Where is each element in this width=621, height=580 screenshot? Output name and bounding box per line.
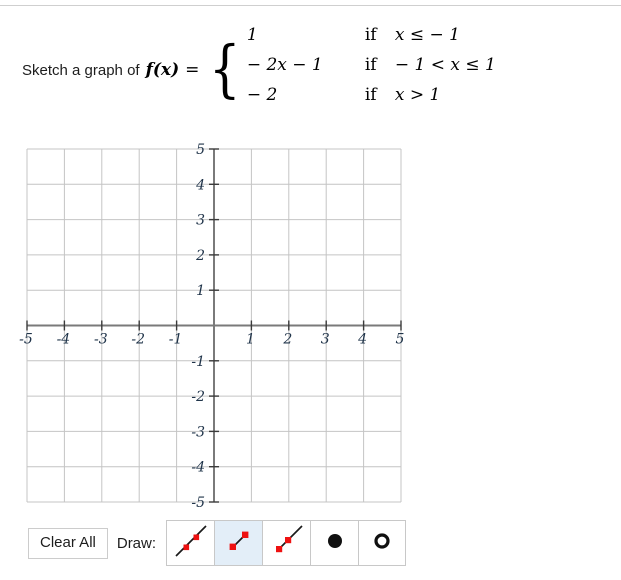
axes <box>27 149 401 502</box>
case-if-keyword: if <box>364 25 377 45</box>
left-brace-icon: { <box>209 31 241 105</box>
x-axis-label: -2 <box>131 332 145 348</box>
x-axis-label: -3 <box>94 332 108 348</box>
top-divider <box>0 5 621 6</box>
piecewise-case-row: − 2 if x > 1 <box>247 85 496 115</box>
draw-tool-group <box>166 520 407 566</box>
y-axis-label: -5 <box>191 495 205 511</box>
clear-all-button[interactable]: Clear All <box>28 527 108 559</box>
prompt-lead-text: Sketch a graph of <box>22 61 140 79</box>
y-axis-label: 3 <box>196 213 205 229</box>
piecewise-definition: { 1 if x ≤ − 1 − 2x − 1 if − 1 < x ≤ 1 −… <box>205 25 495 115</box>
case-condition: x ≤ − 1 <box>394 25 460 45</box>
x-axis-label: 5 <box>396 332 405 348</box>
line-tool-button[interactable] <box>166 520 215 566</box>
segment-tool-button[interactable] <box>214 520 263 566</box>
y-axis-label: -2 <box>191 389 205 405</box>
line-segment-icon <box>221 523 257 564</box>
open-dot-tool-button[interactable] <box>358 520 407 566</box>
piecewise-case-row: 1 if x ≤ − 1 <box>247 25 496 55</box>
x-axis-label: 3 <box>321 332 330 348</box>
coordinate-plane[interactable]: -5 -4 -3 -2 -1 1 2 3 4 5 5 4 3 2 1 -1 -2 -3 -4 -5 <box>0 130 430 520</box>
x-axis-label: -1 <box>169 332 183 348</box>
function-notation: f(x) <box>145 60 180 80</box>
drawing-toolbar: Clear All Draw: <box>28 520 407 566</box>
y-axis-label: 4 <box>195 177 205 193</box>
case-condition: x > 1 <box>394 85 441 105</box>
equals-sign: = <box>185 60 200 80</box>
hollow-circle-icon <box>364 523 400 564</box>
y-axis-label: -1 <box>191 354 205 370</box>
graph-canvas[interactable]: -5 -4 -3 -2 -1 1 2 3 4 5 5 4 3 2 1 -1 -2 -3 -4 -5 <box>0 130 430 520</box>
case-condition: − 1 < x ≤ 1 <box>394 55 496 75</box>
y-axis-label: 5 <box>196 142 205 158</box>
y-axis-label: -3 <box>191 424 205 440</box>
piecewise-case-row: − 2x − 1 if − 1 < x ≤ 1 <box>247 55 496 85</box>
x-axis-labels: -5 -4 -3 -2 -1 1 2 3 4 5 <box>19 332 404 348</box>
draw-label: Draw: <box>116 534 157 552</box>
y-axis-label: -4 <box>191 460 205 476</box>
x-axis-label: -5 <box>19 332 33 348</box>
piecewise-cases: 1 if x ≤ − 1 − 2x − 1 if − 1 < x ≤ 1 − 2… <box>247 25 496 115</box>
x-axis-label: 2 <box>282 332 292 348</box>
x-axis-label: -4 <box>57 332 71 348</box>
closed-dot-tool-button[interactable] <box>310 520 359 566</box>
x-axis-label: 1 <box>246 332 255 348</box>
ray-icon <box>269 523 305 564</box>
question-prompt: Sketch a graph of f(x) = { 1 if x ≤ − 1 … <box>22 22 496 118</box>
y-axis-label: 1 <box>196 283 205 299</box>
case-expression: − 2 <box>246 85 278 105</box>
case-if-keyword: if <box>364 85 377 105</box>
infinite-line-icon <box>173 523 209 564</box>
case-expression: 1 <box>246 25 258 45</box>
case-expression: − 2x − 1 <box>246 55 323 75</box>
ray-tool-button[interactable] <box>262 520 311 566</box>
y-axis-label: 2 <box>195 248 205 264</box>
filled-circle-icon <box>317 523 353 564</box>
case-if-keyword: if <box>364 55 377 75</box>
x-axis-label: 4 <box>357 332 367 348</box>
